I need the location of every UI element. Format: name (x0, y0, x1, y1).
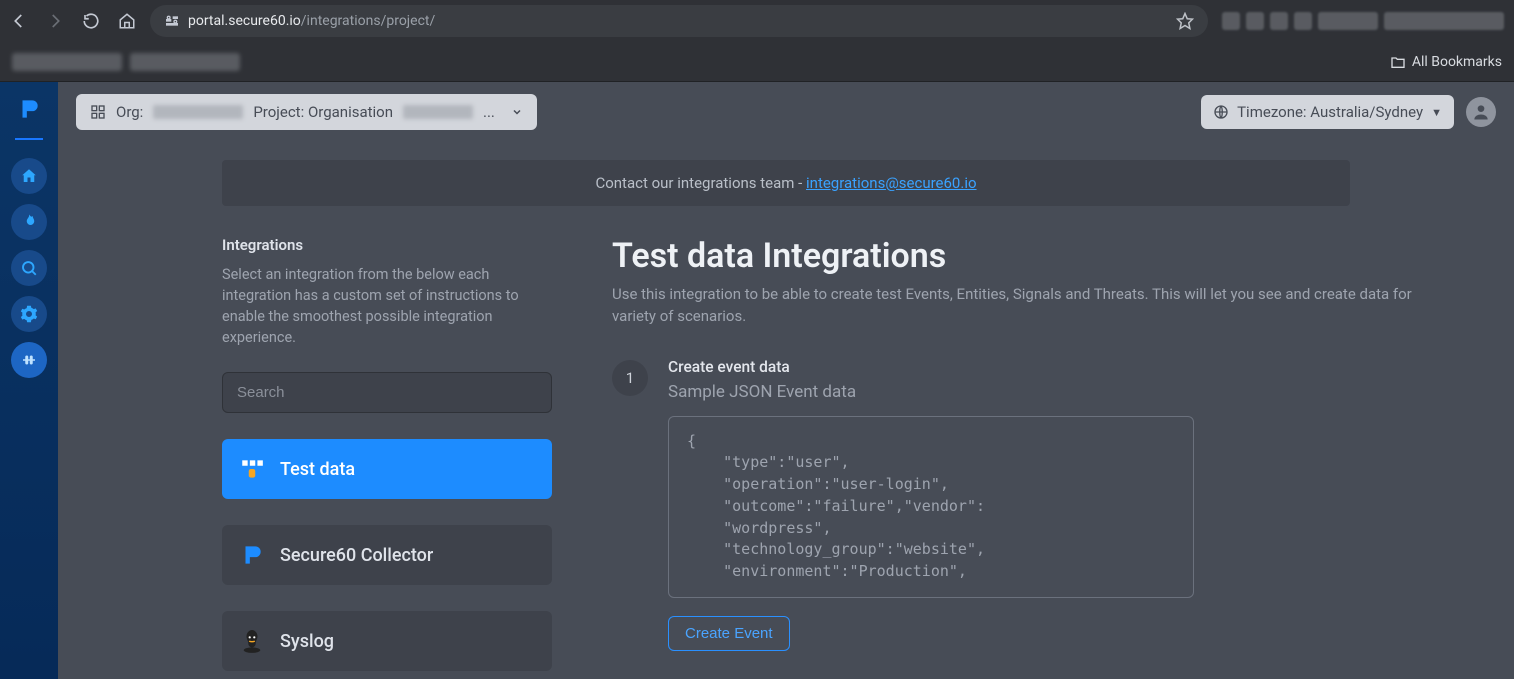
page-title: Test data Integrations (612, 236, 1452, 276)
contact-banner: Contact our integrations team - integrat… (222, 160, 1350, 206)
bookmark-star-icon[interactable] (1176, 12, 1194, 30)
bookmark-placeholder[interactable] (130, 53, 240, 71)
integration-card[interactable]: Secure60 Collector (222, 525, 552, 585)
integration-icon (238, 541, 266, 569)
extension-placeholder[interactable] (1294, 12, 1312, 30)
bookmark-placeholder[interactable] (12, 53, 122, 71)
app-root: Org: Project: Organisation ... Timezone:… (0, 82, 1514, 679)
extensions-strip (1222, 12, 1504, 30)
panel-description: Select an integration from the below eac… (222, 264, 552, 348)
search-input[interactable] (222, 372, 552, 413)
sidebar-home-icon[interactable] (11, 158, 47, 194)
globe-icon (1213, 104, 1229, 120)
extension-placeholder[interactable] (1270, 12, 1288, 30)
url-text: portal.secure60.io/integrations/project/ (188, 13, 435, 29)
extension-placeholder[interactable] (1246, 12, 1264, 30)
chevron-down-icon (511, 106, 523, 118)
timezone-label: Timezone: Australia/Sydney (1237, 103, 1423, 121)
logo-underline (15, 138, 43, 140)
project-name-redacted (403, 105, 473, 119)
profile-placeholder[interactable] (1384, 12, 1504, 30)
reload-icon[interactable] (82, 12, 100, 30)
app-logo[interactable] (16, 96, 42, 122)
integration-label: Syslog (280, 631, 334, 652)
forward-icon[interactable] (46, 12, 64, 30)
banner-text: Contact our integrations team - (595, 174, 806, 192)
back-icon[interactable] (10, 12, 28, 30)
browser-toolbar: portal.secure60.io/integrations/project/ (0, 0, 1514, 42)
integration-label: Secure60 Collector (280, 545, 433, 566)
extension-placeholder[interactable] (1318, 12, 1378, 30)
integration-detail-panel: Test data Integrations Use this integrat… (612, 236, 1452, 671)
create-event-button[interactable]: Create Event (668, 616, 790, 651)
content-area: Integrations Select an integration from … (58, 206, 1514, 679)
browser-chrome: portal.secure60.io/integrations/project/… (0, 0, 1514, 82)
timezone-selector[interactable]: Timezone: Australia/Sydney ▼ (1201, 95, 1454, 129)
avatar[interactable] (1466, 97, 1496, 127)
org-name-redacted (153, 105, 243, 119)
grid-icon (90, 104, 106, 120)
step-row: 1 Create event data Sample JSON Event da… (612, 358, 1452, 651)
integration-icon (238, 455, 266, 483)
step-subtitle: Sample JSON Event data (668, 382, 1452, 402)
app-body: Org: Project: Organisation ... Timezone:… (58, 82, 1514, 679)
caret-down-icon: ▼ (1431, 106, 1442, 119)
integration-card[interactable]: Test data (222, 439, 552, 499)
extension-placeholder[interactable] (1222, 12, 1240, 30)
bookmarks-bar: All Bookmarks (0, 42, 1514, 82)
sidebar (0, 82, 58, 679)
step-title: Create event data (668, 358, 1452, 376)
topbar: Org: Project: Organisation ... Timezone:… (58, 82, 1514, 142)
site-settings-icon[interactable] (164, 13, 180, 29)
home-icon[interactable] (118, 12, 136, 30)
project-prefix: Project: Organisation (253, 103, 393, 121)
sidebar-settings-icon[interactable] (11, 296, 47, 332)
sidebar-search-icon[interactable] (11, 250, 47, 286)
banner-email-link[interactable]: integrations@secure60.io (806, 174, 977, 192)
step-number-badge: 1 (612, 360, 648, 396)
integration-icon (238, 627, 266, 655)
address-bar[interactable]: portal.secure60.io/integrations/project/ (150, 5, 1208, 37)
panel-heading: Integrations (222, 236, 552, 254)
org-prefix: Org: (116, 103, 143, 121)
integration-card[interactable]: Syslog (222, 611, 552, 671)
integrations-list-panel: Integrations Select an integration from … (222, 236, 552, 671)
json-sample-box[interactable]: { "type":"user", "operation":"user-login… (668, 416, 1194, 598)
all-bookmarks-label: All Bookmarks (1412, 54, 1502, 70)
page-subtitle: Use this integration to be able to creat… (612, 284, 1452, 328)
context-selector[interactable]: Org: Project: Organisation ... (76, 94, 537, 130)
all-bookmarks-button[interactable]: All Bookmarks (1390, 54, 1502, 70)
sidebar-integrations-icon[interactable] (11, 342, 47, 378)
sidebar-flame-icon[interactable] (11, 204, 47, 240)
integration-label: Test data (280, 459, 355, 480)
